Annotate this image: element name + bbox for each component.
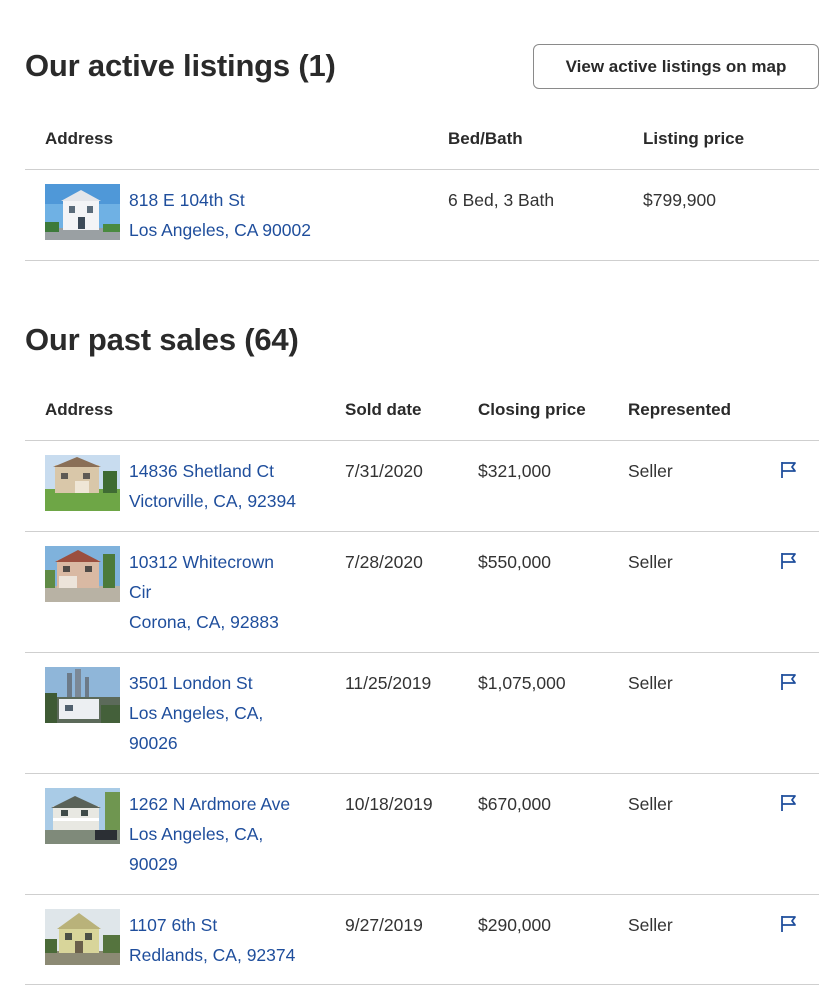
flag-icon[interactable]	[779, 672, 799, 692]
closing-price-value: $321,000	[478, 461, 551, 481]
divider	[25, 984, 819, 985]
sold-date-value: 10/18/2019	[345, 794, 433, 814]
sold-date-value: 7/31/2020	[345, 461, 423, 481]
property-photo[interactable]	[45, 909, 120, 965]
active-listings-title: Our active listings (1)	[25, 48, 336, 83]
city: Los Angeles, CA 90002	[129, 220, 311, 240]
column-header-bed-bath: Bed/Bath	[448, 129, 523, 148]
closing-price-value: $1,075,000	[478, 673, 566, 693]
city: Redlands, CA, 92374	[129, 945, 296, 965]
column-header-represented: Represented	[628, 400, 731, 419]
table-row: 10312 Whitecrown Cir Corona, CA, 92883 7…	[25, 531, 819, 652]
closing-price-value: $290,000	[478, 915, 551, 935]
flag-icon[interactable]	[779, 551, 799, 571]
city: Corona, CA, 92883	[129, 612, 279, 632]
city-line-2: 90026	[129, 733, 178, 753]
table-row: 3501 London St Los Angeles, CA, 90026 11…	[25, 652, 819, 773]
table-row: 1107 6th St Redlands, CA, 92374 9/27/201…	[25, 894, 819, 985]
divider	[25, 260, 819, 261]
sold-date-value: 7/28/2020	[345, 552, 423, 572]
street: 3501 London St	[129, 673, 253, 693]
street-line-2: Cir	[129, 582, 152, 602]
sale-address-link[interactable]: 1262 N Ardmore Ave Los Angeles, CA, 9002…	[129, 789, 290, 879]
sale-address-link[interactable]: 10312 Whitecrown Cir Corona, CA, 92883	[129, 547, 279, 637]
column-header-listing-price: Listing price	[643, 129, 745, 148]
listing-price-value: $799,900	[643, 190, 716, 210]
street-line-1: 10312 Whitecrown	[129, 552, 274, 572]
street: 1262 N Ardmore Ave	[129, 794, 291, 814]
city-line-1: Los Angeles, CA,	[129, 824, 264, 844]
represented-value: Seller	[628, 673, 673, 693]
represented-value: Seller	[628, 461, 673, 481]
column-header-address: Address	[45, 129, 114, 148]
represented-value: Seller	[628, 915, 673, 935]
closing-price-value: $670,000	[478, 794, 551, 814]
property-photo[interactable]	[45, 184, 120, 240]
sale-address-link[interactable]: 14836 Shetland Ct Victorville, CA, 92394	[129, 456, 296, 516]
column-header-closing-price: Closing price	[478, 400, 586, 419]
closing-price-value: $550,000	[478, 552, 551, 572]
property-photo[interactable]	[45, 788, 120, 844]
property-photo[interactable]	[45, 546, 120, 602]
flag-icon[interactable]	[779, 793, 799, 813]
city-line-1: Los Angeles, CA,	[129, 703, 264, 723]
view-on-map-button[interactable]: View active listings on map	[533, 44, 819, 89]
represented-value: Seller	[628, 552, 673, 572]
represented-value: Seller	[628, 794, 673, 814]
column-header-address: Address	[45, 400, 114, 419]
property-photo[interactable]	[45, 667, 120, 723]
property-photo[interactable]	[45, 455, 120, 511]
street: 818 E 104th St	[129, 190, 245, 210]
table-row: 14836 Shetland Ct Victorville, CA, 92394…	[25, 440, 819, 531]
listing-address-link[interactable]: 818 E 104th St Los Angeles, CA 90002	[129, 185, 311, 245]
flag-icon[interactable]	[779, 460, 799, 480]
street: 1107 6th St	[129, 915, 218, 935]
street: 14836 Shetland Ct	[129, 461, 274, 481]
bed-bath-value: 6 Bed, 3 Bath	[448, 190, 555, 210]
city: Victorville, CA, 92394	[129, 491, 296, 511]
city-line-2: 90029	[129, 854, 178, 874]
sale-address-link[interactable]: 1107 6th St Redlands, CA, 92374	[129, 910, 295, 970]
flag-icon[interactable]	[779, 914, 799, 934]
past-sales-title: Our past sales (64)	[25, 322, 299, 357]
table-row: 1262 N Ardmore Ave Los Angeles, CA, 9002…	[25, 773, 819, 894]
column-header-sold-date: Sold date	[345, 400, 422, 419]
sale-address-link[interactable]: 3501 London St Los Angeles, CA, 90026	[129, 668, 263, 758]
active-listings-section: Our active listings (1) View active list…	[25, 0, 819, 262]
past-sales-section: Our past sales (64) Address Sold date Cl…	[25, 300, 819, 990]
sold-date-value: 9/27/2019	[345, 915, 423, 935]
sold-date-value: 11/25/2019	[345, 673, 432, 693]
table-row: 818 E 104th St Los Angeles, CA 90002 6 B…	[25, 169, 819, 260]
